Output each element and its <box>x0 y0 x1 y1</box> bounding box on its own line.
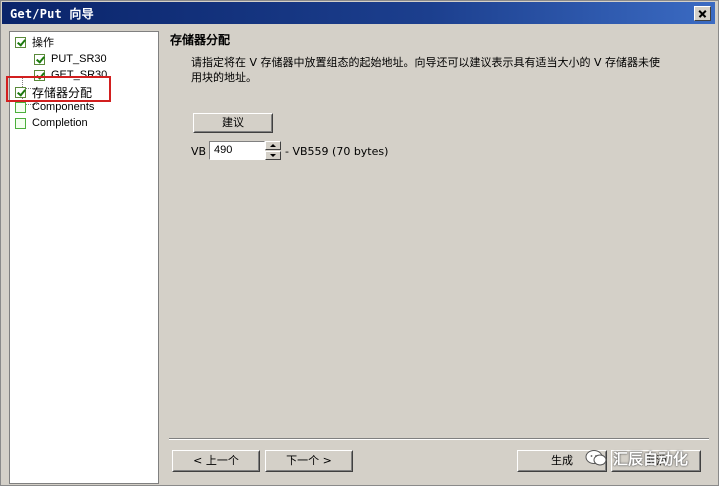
vb-label: VB <box>191 145 207 158</box>
watermark: 汇辰自动化 <box>585 444 713 472</box>
window-title: Get/Put 向导 <box>10 7 94 21</box>
checkbox-checked-icon[interactable] <box>34 53 45 65</box>
tree-item-label: Completion <box>32 117 88 129</box>
footer-separator <box>169 438 709 440</box>
close-icon[interactable] <box>694 6 711 21</box>
page-title: 存储器分配 <box>170 33 231 47</box>
prev-button[interactable]: < 上一个 <box>172 450 260 472</box>
wechat-icon <box>585 450 607 466</box>
step-description: 请指定将在 V 存储器中放置组态的起始地址。向导还可以建议表示具有适当大小的 V… <box>191 56 661 84</box>
tree-item-label: 操作 <box>32 37 54 49</box>
button-label: 建议 <box>222 116 244 129</box>
vb-address-input[interactable]: 490 <box>209 141 265 160</box>
checkbox-empty-icon[interactable] <box>15 101 26 113</box>
tree-item-completion[interactable]: Completion <box>15 115 88 131</box>
tree-item-operations[interactable]: 操作 <box>15 34 54 50</box>
button-label: 生成 <box>551 454 573 467</box>
button-label: < 上一个 <box>193 454 239 467</box>
selection-highlight-box <box>6 76 111 102</box>
vb-spinner[interactable] <box>265 141 281 160</box>
tree-item-put-sr30[interactable]: PUT_SR30 <box>34 51 107 67</box>
suggest-button[interactable]: 建议 <box>193 113 273 133</box>
tree-item-label: Components <box>32 101 95 113</box>
next-button[interactable]: 下一个 > <box>265 450 353 472</box>
checkbox-checked-icon[interactable] <box>15 36 26 48</box>
vb-range-text: - VB559 (70 bytes) <box>285 145 389 158</box>
spin-down-icon[interactable] <box>265 151 281 160</box>
watermark-text: 汇辰自动化 <box>613 449 689 468</box>
step-content: 存储器分配 请指定将在 V 存储器中放置组态的起始地址。向导还可以建议表示具有适… <box>161 31 711 431</box>
tree-item-label: PUT_SR30 <box>51 53 107 65</box>
spin-up-icon[interactable] <box>265 141 281 150</box>
title-bar[interactable]: Get/Put 向导 <box>2 2 715 24</box>
wizard-window: Get/Put 向导 操作 PUT_SR30 GET_SR30 存储器分配 Co… <box>0 0 719 486</box>
checkbox-empty-icon[interactable] <box>15 117 26 129</box>
button-label: 下一个 > <box>286 454 332 467</box>
